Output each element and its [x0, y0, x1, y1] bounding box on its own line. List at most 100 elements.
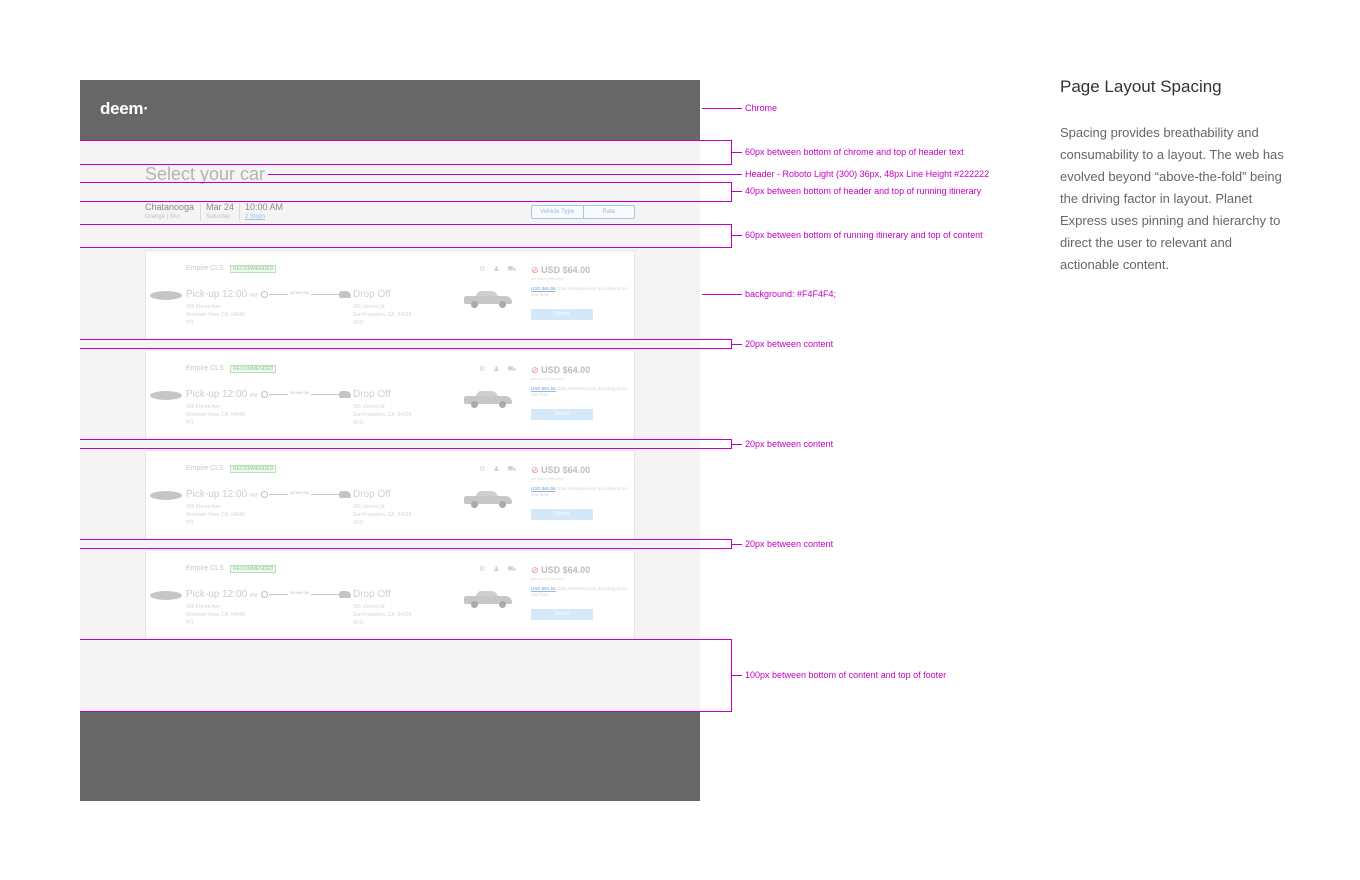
car-image [464, 289, 512, 309]
pickup-code: PIT [186, 620, 194, 626]
amenity-icons: ⚙ ♟ ⛟ [479, 266, 520, 273]
car-result-card: Empire CLS RECOMMENDED ⚙ ♟ ⛟ Pick-up 12:… [145, 450, 635, 540]
footer [80, 711, 700, 801]
sort-vehicle-type-button[interactable]: Vehicle Type [532, 206, 583, 218]
annotation-guide [80, 182, 732, 183]
dropoff-code: SFO [353, 520, 364, 526]
total-amount-link[interactable]: USD $91.55 [531, 386, 556, 391]
pickup-time: Pick-up 12:00 PM [186, 389, 257, 400]
price-value: USD $64.00 [541, 565, 591, 575]
car-image [464, 389, 512, 409]
price-note: per hour (3hr min) [531, 476, 564, 481]
select-button[interactable]: Select [531, 609, 593, 620]
origin-dot-icon [261, 291, 268, 298]
vendor-logo [150, 591, 182, 600]
chrome-bar: deem· [80, 80, 700, 140]
car-model: Empire CLS [186, 265, 224, 272]
total-cost: USD $91.55 Total estimated cost includin… [531, 386, 634, 398]
itinerary-date-value: Mar 24 [206, 202, 235, 212]
route-duration: 30 Min Sel [288, 290, 311, 295]
dropoff-address: 901 Verreni St San Francisco, CA, 94105 … [353, 403, 411, 427]
pickup-code: PIT [186, 320, 194, 326]
price-note: per hour (3hr min) [531, 376, 564, 381]
select-button[interactable]: Select [531, 409, 593, 420]
annotation-guide [80, 140, 732, 141]
pickup-code: PIT [186, 420, 194, 426]
page-mockup: deem· Select your car Chatanooga Orange … [80, 80, 700, 801]
car-icon [339, 391, 351, 398]
car-icon [339, 291, 351, 298]
car-wheel [499, 301, 506, 308]
annotation-guide [80, 247, 732, 248]
deem-logo[interactable]: deem· [100, 99, 149, 119]
annotation-guide [80, 201, 732, 202]
sort-rate-button[interactable]: Rate [582, 206, 635, 218]
car-icon [339, 491, 351, 498]
dropoff-street: 901 Verreni St [353, 304, 385, 310]
annotation-background: background: #F4F4F4; [745, 289, 837, 299]
pickup-meridiem: PM [249, 293, 258, 299]
annotation-content-gap: 60px between bottom of running itinerary… [745, 230, 983, 240]
pickup-label: Pick-up 12:00 [186, 589, 248, 600]
car-wheel [499, 401, 506, 408]
section-title: Page Layout Spacing [1060, 77, 1222, 96]
annotation-guide [80, 711, 732, 712]
logo-mark: · [143, 99, 149, 118]
recommended-badge: RECOMMENDED [230, 565, 277, 573]
itinerary-time: 10:00 AM 2 Stops [245, 202, 283, 220]
recommended-badge: RECOMMENDED [230, 365, 277, 373]
dropoff-city: San Francisco, CA, 94105 [353, 412, 412, 418]
pickup-time: Pick-up 12:00 PM [186, 289, 257, 300]
price: ⊘ USD $64.00 [531, 465, 590, 476]
annotation-itinerary-gap: 40px between bottom of header and top of… [745, 186, 982, 196]
pickup-address: 408 Freres Ave Mountain View, CA, 94040 … [186, 603, 245, 627]
vendor-logo [150, 391, 182, 400]
total-amount-link[interactable]: USD $91.55 [531, 286, 556, 291]
price-value: USD $64.00 [541, 365, 591, 375]
annotation-header-spec: Header - Roboto Light (300) 36px, 48px L… [745, 169, 990, 179]
car-icon [339, 591, 351, 598]
pickup-meridiem: PM [249, 393, 258, 399]
total-cost: USD $91.55 Total estimated cost includin… [531, 586, 634, 598]
origin-dot-icon [261, 591, 268, 598]
itinerary-location: Chatanooga Orange | Bko [145, 202, 194, 220]
dropoff-address: 901 Verreni St San Francisco, CA, 94105 … [353, 503, 411, 527]
pickup-city: Mountain View, CA, 94040 [186, 512, 245, 518]
dropoff-street: 901 Verreni St [353, 604, 385, 610]
total-amount-link[interactable]: USD $91.55 [531, 486, 556, 491]
dropoff-label: Drop Off [353, 489, 391, 500]
car-wheel [471, 401, 478, 408]
itinerary-divider [200, 203, 201, 221]
pickup-city: Mountain View, CA, 94040 [186, 312, 245, 318]
origin-dot-icon [261, 491, 268, 498]
annotation-header-gap: 60px between bottom of chrome and top of… [745, 147, 964, 157]
total-cost: USD $91.55 Total estimated cost includin… [531, 286, 634, 298]
annotation-guide [80, 539, 732, 540]
annotation-chrome: Chrome [745, 103, 778, 113]
pickup-meridiem: PM [249, 493, 258, 499]
select-button[interactable]: Select [531, 509, 593, 520]
annotation-guide [80, 548, 732, 549]
pickup-street: 408 Freres Ave [186, 504, 220, 510]
itinerary-divider [239, 203, 240, 221]
car-model: Empire CLS [186, 565, 224, 572]
car-wheel [471, 301, 478, 308]
origin-dot-icon [261, 391, 268, 398]
itinerary-day: Saturday [206, 214, 231, 220]
total-amount-link[interactable]: USD $91.55 [531, 586, 556, 591]
itinerary-stops-link[interactable]: 2 Stops [245, 214, 283, 220]
route-duration: 30 Min Sel [288, 490, 311, 495]
pickup-label: Pick-up 12:00 [186, 489, 248, 500]
pickup-time: Pick-up 12:00 PM [186, 589, 257, 600]
recommended-badge: RECOMMENDED [230, 465, 277, 473]
running-itinerary: Chatanooga Orange | Bko Mar 24 Saturday … [145, 202, 635, 224]
price: ⊘ USD $64.00 [531, 365, 590, 376]
annotation-leader [731, 675, 742, 676]
annotation-between-content: 20px between content [745, 439, 834, 449]
logo-text: deem [100, 99, 144, 118]
pickup-address: 408 Freres Ave Mountain View, CA, 94040 … [186, 303, 245, 327]
spec-canvas: deem· Select your car Chatanooga Orange … [0, 0, 1360, 880]
amenity-icons: ⚙ ♟ ⛟ [479, 466, 520, 473]
amenity-icons: ⚙ ♟ ⛟ [479, 566, 520, 573]
select-button[interactable]: Select [531, 309, 593, 320]
